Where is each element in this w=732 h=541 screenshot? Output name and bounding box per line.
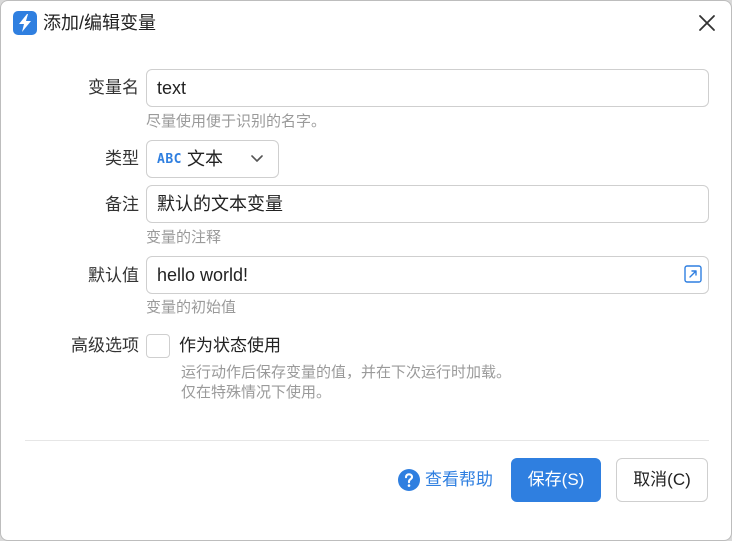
cancel-button[interactable]: 取消(C): [616, 458, 708, 502]
question-circle-icon: [398, 469, 420, 491]
title-bar: 添加/编辑变量: [1, 1, 731, 45]
default-value-text: hello world!: [157, 265, 249, 285]
text-type-icon: ABC: [157, 152, 182, 167]
type-select[interactable]: ABC 文本: [146, 140, 279, 178]
advanced-hint-line1: 运行动作后保存变量的值，并在下次运行时加载。: [181, 364, 512, 381]
default-hint: 变量的初始值: [146, 299, 237, 316]
name-hint: 尽量使用便于识别的名字。: [146, 113, 327, 130]
close-button[interactable]: [695, 11, 719, 35]
type-label: 类型: [105, 149, 139, 168]
name-input[interactable]: text: [146, 69, 709, 107]
type-selected-value: 文本: [187, 149, 223, 169]
note-label: 备注: [105, 195, 139, 214]
note-hint: 变量的注释: [146, 229, 222, 246]
lightning-bolt-icon: [13, 11, 37, 35]
advanced-label: 高级选项: [71, 336, 139, 355]
help-link-label: 查看帮助: [425, 470, 493, 489]
default-label: 默认值: [88, 266, 139, 285]
dialog-title: 添加/编辑变量: [43, 13, 157, 33]
variable-dialog: 添加/编辑变量 变量名 text 尽量使用便于识别的名字。 类型 ABC 文本 …: [0, 0, 732, 541]
advanced-hint-line2: 仅在特殊情况下使用。: [181, 384, 332, 401]
close-icon: [699, 15, 715, 31]
footer-divider: [25, 440, 709, 441]
chevron-down-icon: [251, 155, 263, 162]
state-checkbox-label[interactable]: 作为状态使用: [179, 334, 281, 358]
note-input[interactable]: 默认的文本变量: [146, 185, 709, 223]
name-label: 变量名: [88, 78, 139, 97]
expand-editor-icon[interactable]: [684, 265, 702, 283]
save-button[interactable]: 保存(S): [511, 458, 601, 502]
default-value-input[interactable]: hello world!: [146, 256, 709, 294]
state-checkbox[interactable]: [146, 334, 170, 358]
